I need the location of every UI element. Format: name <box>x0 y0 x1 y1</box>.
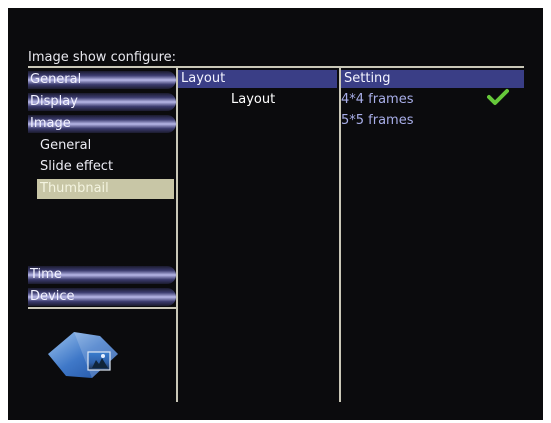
setting-column-header: Setting <box>341 70 524 88</box>
sidebar-divider <box>28 307 176 309</box>
menu-subitem-slide-effect[interactable]: Slide effect <box>40 159 113 174</box>
screen: Image show configure: General Display Im… <box>8 8 543 420</box>
check-icon <box>487 89 509 105</box>
photo-frame-logo-icon <box>48 332 118 378</box>
column-divider-left <box>176 66 178 402</box>
page-title: Image show configure: <box>28 50 177 65</box>
top-divider <box>28 66 524 68</box>
menu-category-device[interactable]: Device <box>28 288 176 306</box>
menu-category-general[interactable]: General <box>28 71 176 89</box>
menu-subitem-general[interactable]: General <box>40 138 91 153</box>
option-4x4-frames[interactable]: 4*4 frames <box>341 92 414 107</box>
menu-subitem-thumbnail[interactable]: Thumbnail <box>37 179 174 199</box>
menu-category-time[interactable]: Time <box>28 266 176 284</box>
menu-category-display[interactable]: Display <box>28 93 176 111</box>
layout-column-header: Layout <box>178 70 337 88</box>
menu-category-image[interactable]: Image <box>28 115 176 133</box>
layout-item[interactable]: Layout <box>231 92 275 107</box>
option-5x5-frames[interactable]: 5*5 frames <box>341 113 414 128</box>
